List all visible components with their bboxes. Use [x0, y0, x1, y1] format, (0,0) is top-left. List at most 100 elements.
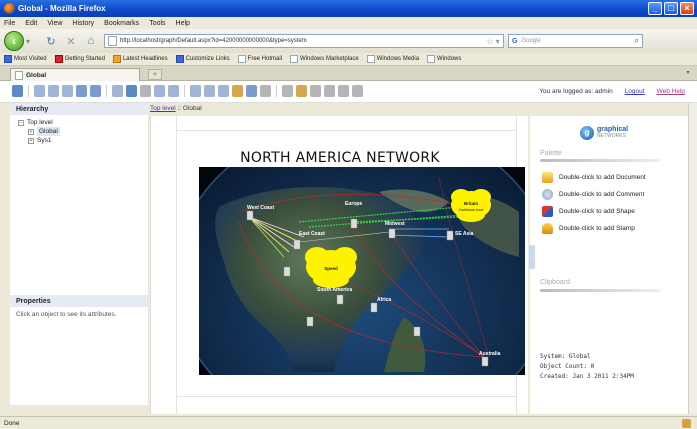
bookmark-most-visited[interactable]: Most Visited — [4, 55, 47, 63]
brand-logo: g graphical NETWORKS — [580, 122, 650, 144]
diagram-title: NORTH AMERICA NETWORK — [240, 150, 440, 166]
search-bar[interactable]: G Google ⌕ — [508, 34, 643, 48]
breadcrumb-top-level[interactable]: Top level — [150, 105, 176, 112]
export-icon[interactable] — [282, 85, 293, 97]
web-help-link[interactable]: Web Help — [657, 88, 685, 95]
search-icon[interactable]: ⌕ — [635, 36, 639, 46]
minimize-button[interactable]: _ — [648, 2, 662, 15]
home-icon[interactable]: ⌂ — [84, 34, 98, 48]
server-node[interactable] — [306, 316, 314, 327]
system-info: System: Global Object Count: 0 Created: … — [540, 352, 634, 382]
stop-icon[interactable]: ✕ — [64, 34, 78, 48]
tree-item-sys1[interactable]: + Sys1 — [18, 136, 148, 145]
select-tool-icon[interactable] — [12, 85, 23, 97]
refresh-icon[interactable] — [260, 85, 271, 97]
map-label-europe: Europe — [345, 201, 362, 207]
print-icon[interactable] — [140, 85, 151, 97]
undo-icon[interactable] — [168, 85, 179, 97]
zoom-in-icon[interactable] — [34, 85, 45, 97]
canvas-guide — [176, 130, 516, 131]
layout-icon[interactable] — [112, 85, 123, 97]
network-map[interactable]: Britain Caribbean zone Speed West Coast … — [199, 167, 525, 375]
toolbar-divider — [276, 85, 277, 97]
comment-icon — [542, 189, 553, 200]
bookmarks-toolbar: Most Visited Getting Started Latest Head… — [0, 53, 697, 66]
map-label-west-coast: West Coast — [247, 205, 274, 211]
hierarchy-header: Hierarchy — [10, 103, 148, 115]
menu-history[interactable]: History — [72, 20, 94, 27]
reload-icon[interactable]: ↻ — [44, 34, 58, 48]
bookmark-windows[interactable]: Windows — [427, 55, 461, 63]
system-label: System: Global — [540, 353, 591, 360]
page-icon — [15, 70, 23, 80]
palette-divider — [540, 159, 660, 162]
google-icon: G — [512, 37, 518, 45]
bookmark-windows-marketplace[interactable]: Windows Marketplace — [290, 55, 359, 63]
settings-icon[interactable] — [246, 85, 257, 97]
document-icon[interactable] — [338, 85, 349, 97]
menu-tools[interactable]: Tools — [149, 20, 165, 27]
menu-file[interactable]: File — [4, 20, 15, 27]
tree-item-top-level[interactable]: − Top level — [18, 118, 148, 127]
palette-add-comment[interactable]: Double-click to add Comment — [542, 189, 644, 200]
bookmark-latest-headlines[interactable]: Latest Headlines — [112, 55, 168, 63]
maximize-button[interactable]: □ — [664, 2, 678, 15]
save-icon[interactable] — [310, 85, 321, 97]
table-icon[interactable] — [126, 85, 137, 97]
connector-icon[interactable] — [190, 85, 201, 97]
status-text: Done — [4, 419, 20, 427]
menu-bookmarks[interactable]: Bookmarks — [104, 20, 139, 27]
palette-add-document[interactable]: Double-click to add Document — [542, 172, 646, 183]
palette-add-stamp[interactable]: Double-click to add Stamp — [542, 223, 635, 234]
right-panel: g graphical NETWORKS Palette Double-clic… — [530, 116, 688, 414]
addon-status-icon[interactable] — [682, 419, 691, 428]
tree-item-global[interactable]: + Global — [18, 127, 148, 136]
link-icon[interactable] — [204, 85, 215, 97]
menu-help[interactable]: Help — [176, 20, 190, 27]
collapse-icon[interactable]: − — [18, 119, 24, 126]
app-toolbar: You are logged as: admin Logout Web Help — [0, 81, 697, 103]
rss-icon — [112, 55, 121, 63]
search-tool-icon[interactable] — [218, 85, 229, 97]
server-node[interactable] — [283, 266, 291, 277]
map-label-east-coast: East Coast — [299, 231, 325, 237]
bookmark-customize-links[interactable]: Customize Links — [175, 55, 230, 63]
zoom-fit-icon[interactable] — [62, 85, 73, 97]
tab-list-icon[interactable]: ▾ — [683, 69, 693, 79]
user-icon[interactable] — [232, 85, 243, 97]
expand-icon[interactable]: + — [28, 137, 34, 144]
filter-icon[interactable] — [154, 85, 165, 97]
history-dropdown-icon[interactable]: ▾ — [26, 35, 38, 47]
menu-edit[interactable]: Edit — [25, 20, 37, 27]
new-tab-button[interactable]: + — [148, 69, 162, 80]
save-as-icon[interactable] — [324, 85, 335, 97]
page-icon — [366, 55, 375, 63]
diagram-canvas[interactable]: NORTH AMERICA NETWORK Britain Caribbean … — [150, 116, 528, 414]
document-icon — [542, 172, 553, 183]
grid-icon[interactable] — [76, 85, 87, 97]
url-bar[interactable]: http://localhost/graph/Default.aspx?id=4… — [104, 34, 504, 48]
object-count: Object Count: 0 — [540, 363, 595, 370]
back-button[interactable]: ‹ — [4, 31, 24, 51]
tab-strip: Global + ▾ — [0, 66, 697, 81]
bookmark-getting-started[interactable]: Getting Started — [54, 55, 105, 63]
close-button[interactable]: × — [680, 2, 694, 15]
zoom-out-icon[interactable] — [48, 85, 59, 97]
collapse-panel-handle[interactable]: › — [529, 245, 535, 269]
archive-icon[interactable] — [352, 85, 363, 97]
palette-add-shape[interactable]: Double-click to add Shape — [542, 206, 635, 217]
logout-link[interactable]: Logout — [625, 88, 645, 95]
bookmark-free-hotmail[interactable]: Free Hotmail — [237, 55, 282, 63]
lock-icon[interactable] — [296, 85, 307, 97]
bookmark-star-icon[interactable]: ☆ ▾ — [483, 37, 503, 46]
pan-icon[interactable] — [90, 85, 101, 97]
map-label-australia: Australia — [479, 351, 501, 357]
expand-icon[interactable]: + — [28, 128, 34, 135]
tab-global[interactable]: Global — [10, 68, 140, 81]
server-node[interactable] — [413, 326, 421, 337]
menu-view[interactable]: View — [47, 20, 62, 27]
page-icon — [108, 36, 117, 46]
customize-links-icon — [175, 55, 184, 63]
bookmark-windows-media[interactable]: Windows Media — [366, 55, 419, 63]
vertical-scrollbar[interactable] — [688, 103, 697, 414]
